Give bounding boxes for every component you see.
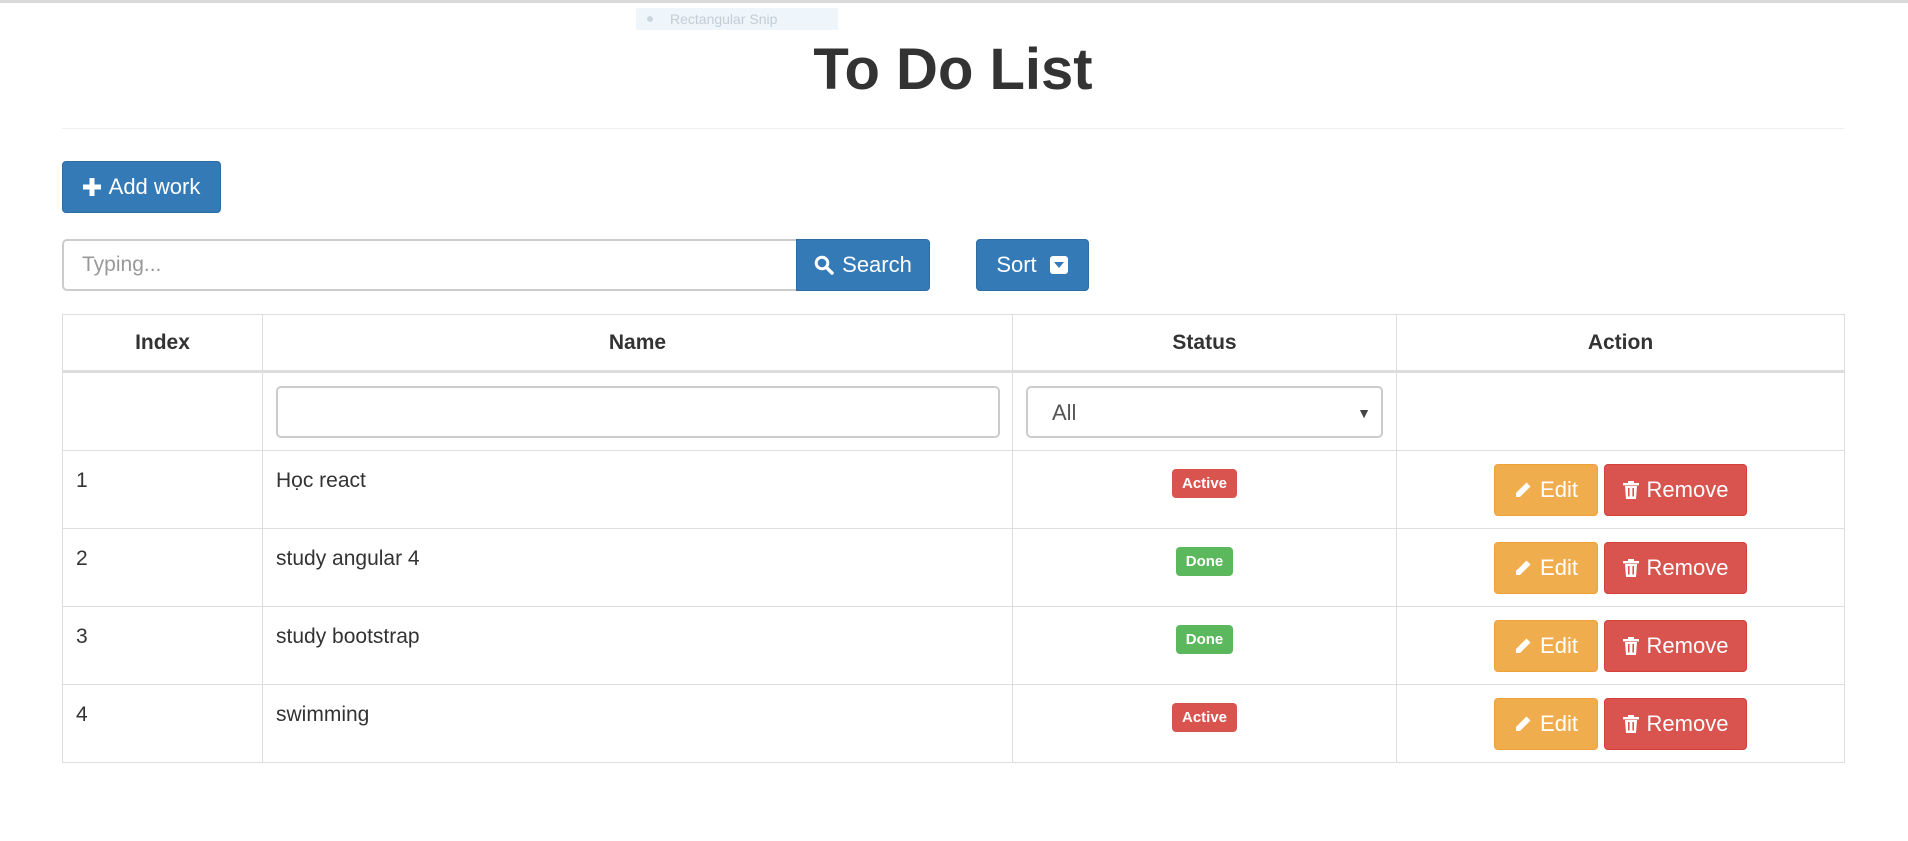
edit-button[interactable]: Edit — [1494, 619, 1598, 672]
remove-button[interactable]: Remove — [1604, 619, 1747, 672]
row-status-cell: Active — [1012, 450, 1397, 529]
row-name: swimming — [262, 684, 1013, 763]
row-index: 1 — [62, 450, 263, 529]
edit-label: Edit — [1540, 710, 1578, 736]
title-divider — [62, 128, 1844, 129]
table-row: 2 study angular 4 Done Edit Remove — [62, 528, 1845, 607]
status-badge: Active — [1171, 469, 1238, 498]
row-status-cell: Done — [1012, 528, 1397, 607]
trash-icon — [1622, 480, 1639, 499]
remove-label: Remove — [1646, 710, 1729, 736]
status-badge: Active — [1171, 703, 1238, 732]
row-name: Học react — [262, 450, 1013, 529]
todo-table: Index Name Status Action All ▼ 1 Học rea… — [62, 314, 1845, 763]
header-index: Index — [62, 314, 263, 373]
pencil-icon — [1516, 482, 1531, 497]
trash-icon — [1622, 558, 1639, 577]
row-index: 4 — [62, 684, 263, 763]
header-name: Name — [262, 314, 1013, 373]
rectangular-snip-overlay: Rectangular Snip — [636, 8, 838, 30]
table-row: 3 study bootstrap Done Edit Remove — [62, 606, 1845, 685]
window-top-border — [0, 0, 1908, 3]
row-name: study angular 4 — [262, 528, 1013, 607]
caret-square-down-icon — [1049, 256, 1068, 274]
sort-button[interactable]: Sort — [976, 239, 1089, 291]
remove-label: Remove — [1646, 476, 1729, 502]
add-work-label: Add work — [108, 174, 201, 199]
edit-label: Edit — [1540, 632, 1578, 658]
remove-button[interactable]: Remove — [1604, 697, 1747, 750]
pencil-icon — [1516, 560, 1531, 575]
remove-label: Remove — [1646, 554, 1729, 580]
status-filter-select[interactable]: All ▼ — [1026, 385, 1383, 438]
edit-button[interactable]: Edit — [1494, 541, 1598, 594]
status-badge: Done — [1175, 625, 1234, 654]
row-actions: Edit Remove — [1396, 606, 1845, 685]
trash-icon — [1622, 636, 1639, 655]
row-status-cell: Done — [1012, 606, 1397, 685]
row-status-cell: Active — [1012, 684, 1397, 763]
edit-button[interactable]: Edit — [1494, 697, 1598, 750]
remove-button[interactable]: Remove — [1604, 463, 1747, 516]
remove-button[interactable]: Remove — [1604, 541, 1747, 594]
filter-row: All ▼ — [62, 371, 1845, 451]
status-filter-value: All — [1052, 399, 1077, 425]
pencil-icon — [1516, 638, 1531, 653]
search-icon — [814, 255, 834, 275]
snip-label: Rectangular Snip — [670, 11, 778, 27]
filter-index-cell — [62, 371, 263, 451]
edit-label: Edit — [1540, 476, 1578, 502]
add-work-button[interactable]: Add work — [62, 161, 221, 213]
row-index: 2 — [62, 528, 263, 607]
search-label: Search — [842, 252, 912, 277]
plus-icon — [82, 178, 101, 196]
edit-button[interactable]: Edit — [1494, 463, 1598, 516]
filter-name-cell — [262, 371, 1013, 451]
row-name: study bootstrap — [262, 606, 1013, 685]
sort-label: Sort — [996, 252, 1037, 277]
header-action: Action — [1396, 314, 1845, 373]
search-button[interactable]: Search — [796, 239, 930, 291]
snip-dot-icon — [647, 16, 653, 22]
trash-icon — [1622, 714, 1639, 733]
search-input[interactable] — [62, 239, 797, 291]
status-badge: Done — [1175, 547, 1234, 576]
table-row: 1 Học react Active Edit Remove — [62, 450, 1845, 529]
filter-action-cell — [1396, 371, 1845, 451]
table-header-row: Index Name Status Action — [62, 314, 1845, 373]
header-status: Status — [1012, 314, 1397, 373]
row-actions: Edit Remove — [1396, 684, 1845, 763]
remove-label: Remove — [1646, 632, 1729, 658]
pencil-icon — [1516, 716, 1531, 731]
filter-status-cell: All ▼ — [1012, 371, 1397, 451]
dropdown-arrow-icon: ▼ — [1357, 404, 1371, 421]
page-title: To Do List — [813, 37, 1093, 102]
edit-label: Edit — [1540, 554, 1578, 580]
row-actions: Edit Remove — [1396, 528, 1845, 607]
row-actions: Edit Remove — [1396, 450, 1845, 529]
table-row: 4 swimming Active Edit Remove — [62, 684, 1845, 763]
name-filter-input[interactable] — [276, 385, 1000, 438]
row-index: 3 — [62, 606, 263, 685]
